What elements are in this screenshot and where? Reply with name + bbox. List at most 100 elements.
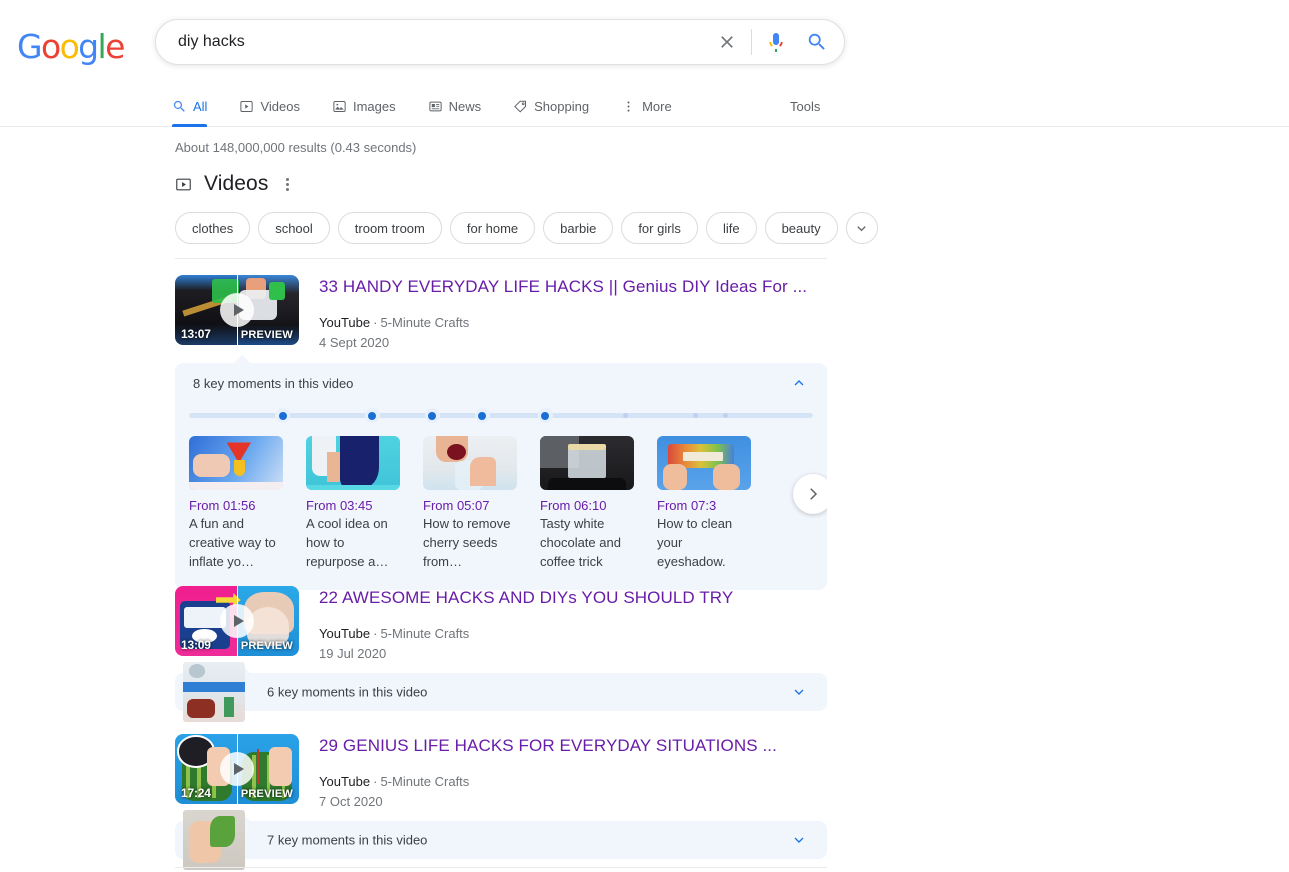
key-moment-card[interactable]: From 03:45 A cool idea on how to repurpo… (306, 436, 400, 572)
tab-videos[interactable]: Videos (223, 85, 316, 127)
timeline-marker[interactable] (537, 408, 553, 423)
search-bar[interactable] (155, 19, 845, 65)
video-thumbnail[interactable]: 13:09 PREVIEW (175, 586, 299, 656)
chip-for-home[interactable]: for home (449, 212, 536, 244)
key-moment-thumbnail (657, 436, 751, 490)
preview-badge: PREVIEW (240, 640, 293, 652)
timeline-marker[interactable] (424, 408, 440, 423)
video-icon (175, 176, 192, 193)
video-title-link[interactable]: 22 AWESOME HACKS AND DIYs YOU SHOULD TRY (319, 587, 733, 609)
kebab-icon[interactable] (280, 174, 295, 195)
tab-label: Shopping (534, 98, 590, 114)
video-thumbnail[interactable]: 13:07 PREVIEW (175, 275, 299, 345)
play-icon (220, 752, 254, 786)
tab-label: Videos (260, 98, 300, 114)
search-input[interactable] (176, 21, 703, 63)
timeline-marker[interactable] (718, 408, 733, 423)
chevron-down-icon[interactable] (787, 828, 811, 852)
key-moment-card[interactable]: From 06:10 Tasty white chocolate and cof… (540, 436, 634, 572)
timeline-marker[interactable] (474, 408, 490, 423)
chip-label: for home (466, 220, 519, 236)
key-moment-card[interactable]: From 07:3 How to clean your eyeshadow. (657, 436, 751, 572)
page-title: Videos (204, 172, 269, 195)
key-moments-timeline[interactable] (189, 406, 813, 426)
search-icon (172, 99, 187, 114)
search-nav-tabs: All Videos Images News Shopping More Too… (0, 85, 1289, 127)
key-moments-carousel: From 01:56 A fun and creative way to inf… (175, 426, 827, 590)
key-moment-time: From 05:07 (423, 498, 490, 513)
channel-name: 5-Minute Crafts (380, 774, 470, 790)
key-moment-thumbnail (540, 436, 634, 490)
key-moment-thumbnail (189, 436, 283, 490)
timeline-marker[interactable] (618, 408, 633, 423)
close-icon[interactable] (711, 19, 743, 65)
chip-label: life (722, 220, 740, 236)
key-moment-time: From 06:10 (540, 498, 607, 513)
chip-life[interactable]: life (705, 212, 757, 244)
google-search-results-page: Google diy hacks All Videos Images News … (0, 0, 1289, 872)
key-moment-desc: A fun and creative way to inflate yo… (189, 516, 276, 569)
key-moments-header[interactable]: 8 key moments in this video (175, 363, 827, 403)
key-moment-card[interactable]: From 01:56 A fun and creative way to inf… (189, 436, 283, 572)
refinement-chips: clothes school troom troom for home barb… (175, 212, 878, 244)
timeline-marker[interactable] (364, 408, 380, 423)
key-moment-card[interactable]: From 05:07 How to remove cherry seeds fr… (423, 436, 517, 572)
video-result-2: 13:09 PREVIEW 22 AWESOME HACKS AND DIYs … (175, 586, 733, 661)
key-moment-thumbnail (423, 436, 517, 490)
chip-label: school (275, 220, 313, 236)
video-date: 19 Jul 2020 (319, 646, 387, 662)
tab-label: Images (352, 98, 396, 114)
timeline-marker[interactable] (688, 408, 703, 423)
video-thumbnail[interactable]: 17:24 PREVIEW (175, 734, 299, 804)
carousel-next-button[interactable] (793, 474, 827, 514)
video-result-3: 17:24 PREVIEW 29 GENIUS LIFE HACKS FOR E… (175, 734, 777, 809)
chip-troom-troom[interactable]: troom troom (337, 212, 442, 244)
tab-images[interactable]: Images (316, 85, 412, 127)
key-moments-panel-3[interactable]: 7 key moments in this video (175, 810, 827, 870)
tab-all[interactable]: All (172, 85, 223, 127)
tab-label: More (642, 98, 672, 114)
video-source: YouTube · 5-Minute Crafts (319, 774, 470, 790)
tab-news[interactable]: News (412, 85, 498, 127)
key-moment-thumbnail (306, 436, 400, 490)
video-title-link[interactable]: 29 GENIUS LIFE HACKS FOR EVERYDAY SITUAT… (319, 735, 777, 757)
chip-for-girls[interactable]: for girls (621, 212, 698, 244)
tools-button[interactable]: Tools (790, 85, 820, 127)
video-duration: 17:24 (181, 786, 211, 800)
key-moments-thumbnail (183, 810, 245, 870)
page-header: Google (0, 0, 1289, 85)
chip-clothes[interactable]: clothes (175, 212, 251, 244)
videos-section-header: Videos (175, 172, 295, 196)
video-title-link[interactable]: 33 HANDY EVERYDAY LIFE HACKS || Genius D… (319, 276, 807, 298)
tab-shopping[interactable]: Shopping (497, 85, 605, 127)
key-moments-panel-1: 8 key moments in this video From 01:56 A… (175, 355, 827, 590)
key-moments-thumbnail (183, 662, 245, 722)
chip-label: troom troom (354, 220, 425, 236)
play-icon (220, 604, 254, 638)
chip-beauty[interactable]: beauty (764, 212, 838, 244)
channel-name: 5-Minute Crafts (380, 315, 470, 331)
tag-icon (513, 99, 528, 114)
chips-expand-button[interactable] (845, 212, 878, 244)
chevron-down-icon[interactable] (787, 680, 811, 704)
search-icon[interactable] (794, 19, 840, 65)
key-moment-time: From 07:3 (657, 498, 717, 513)
chip-barbie[interactable]: barbie (543, 212, 614, 244)
chevron-right-icon (804, 485, 822, 503)
chip-school[interactable]: school (258, 212, 330, 244)
tab-more[interactable]: More (605, 85, 688, 127)
google-logo[interactable]: Google (17, 27, 125, 66)
key-moments-panel-2[interactable]: 6 key moments in this video (175, 662, 827, 722)
chevron-up-icon[interactable] (787, 371, 811, 395)
preview-badge: PREVIEW (240, 329, 293, 341)
key-moments-label: 8 key moments in this video (193, 375, 354, 391)
key-moment-desc: Tasty white chocolate and coffee trick (540, 516, 621, 569)
video-duration: 13:09 (181, 638, 211, 652)
result-stats: About 148,000,000 results (0.43 seconds) (175, 140, 417, 155)
timeline-marker[interactable] (275, 408, 291, 423)
chip-label: barbie (560, 220, 597, 236)
chip-label: beauty (781, 220, 821, 236)
news-icon (428, 99, 443, 114)
microphone-icon[interactable] (758, 19, 794, 65)
source-name: YouTube (319, 774, 371, 790)
